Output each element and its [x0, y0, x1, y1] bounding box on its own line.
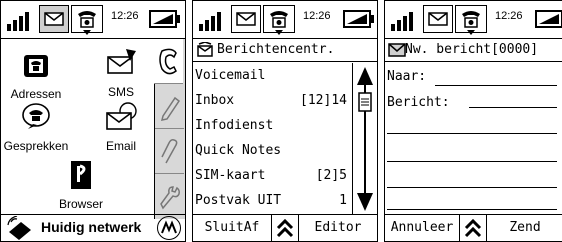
folder-list: Voicemail Inbox [12]14 Infodienst Quick N…	[193, 63, 353, 213]
softkey-bar: SluitAf Editor	[193, 214, 377, 241]
tab-settings[interactable]	[155, 174, 184, 218]
call-mode-indicator[interactable]	[455, 5, 487, 35]
home-screen: 12:26 Adressen SMS Gesprekken Email Brow…	[0, 0, 186, 242]
clock: 12:26	[303, 10, 331, 22]
app-sms[interactable]: SMS	[91, 47, 151, 99]
address-book-icon	[24, 55, 48, 77]
status-bar: 12:26	[385, 1, 562, 39]
page-title: Nw. bericht[0000]	[405, 42, 539, 57]
page-title: Berichtencentr.	[217, 42, 335, 57]
screen-header: Berichtencentr.	[193, 39, 377, 62]
phone-icon	[462, 11, 480, 35]
phone-icon	[78, 11, 96, 35]
folder-quick-notes[interactable]: Quick Notes	[193, 138, 353, 163]
app-grid: Adressen SMS Gesprekken Email Browser	[1, 39, 161, 217]
app-label: Email	[105, 139, 136, 153]
folder-count: 1	[339, 193, 347, 208]
wrench-icon	[160, 186, 180, 210]
messages-screen: 12:26 Berichtencentr. Voicemail Inbox [12…	[192, 0, 378, 242]
compose-screen: 12:26 Nw. bericht[0000] Naar: Bericht: A…	[384, 0, 562, 242]
menu-button[interactable]	[271, 215, 299, 241]
folder-inbox[interactable]: Inbox [12]14	[193, 88, 353, 113]
battery-icon	[343, 10, 374, 28]
browser-icon	[71, 161, 91, 189]
send-button[interactable]: Zend	[487, 215, 562, 241]
message-line	[387, 187, 557, 188]
app-email[interactable]: Email	[91, 101, 151, 153]
message-indicator[interactable]	[231, 5, 261, 33]
pencil-icon	[160, 96, 181, 121]
status-bar: 12:26	[193, 1, 377, 39]
motorola-logo[interactable]	[157, 216, 181, 240]
message-line	[387, 133, 557, 134]
folder-name: Quick Notes	[195, 143, 282, 158]
network-phone-icon	[7, 216, 31, 240]
signal-strength-icon	[391, 12, 413, 31]
cancel-button[interactable]: Annuleer	[385, 215, 459, 241]
handset-icon	[159, 48, 177, 75]
message-indicator[interactable]	[39, 5, 69, 33]
folder-name: Voicemail	[195, 68, 266, 83]
to-label: Naar:	[387, 69, 427, 84]
menu-button[interactable]	[459, 215, 487, 241]
signal-strength-icon	[199, 12, 221, 31]
envelope-icon	[428, 12, 448, 26]
tab-phone[interactable]	[154, 39, 183, 84]
folder-name: Postvak UIT	[195, 193, 282, 208]
sluitaf-button[interactable]: SluitAf	[193, 215, 271, 241]
tab-attachments[interactable]	[155, 129, 184, 174]
battery-icon	[149, 10, 180, 28]
folder-name: Infodienst	[195, 118, 274, 133]
app-browser[interactable]: Browser	[51, 159, 111, 211]
tab-notes[interactable]	[155, 84, 184, 129]
app-label: SMS	[107, 85, 134, 99]
message-center-icon	[197, 42, 213, 57]
app-label: Gesprekken	[3, 139, 69, 153]
message-indicator[interactable]	[423, 5, 453, 33]
editor-button[interactable]: Editor	[299, 215, 377, 241]
message-field[interactable]	[387, 89, 557, 210]
paperclip-icon	[161, 139, 178, 164]
status-bar: 12:26	[1, 1, 185, 39]
message-line	[387, 209, 557, 210]
app-label: Browser	[58, 197, 103, 211]
call-mode-indicator[interactable]	[263, 5, 295, 35]
battery-icon	[535, 10, 562, 28]
phone-icon	[270, 11, 288, 35]
signal-strength-icon	[7, 12, 29, 31]
folder-name: Inbox	[195, 93, 235, 108]
folder-postvak-uit[interactable]: Postvak UIT 1	[193, 188, 353, 213]
double-chevron-up-icon	[276, 218, 294, 238]
softkey-bar: Annuleer Zend	[385, 214, 562, 241]
envelope-icon	[44, 12, 64, 26]
scrollbar[interactable]	[352, 63, 377, 215]
motorola-m-icon	[161, 220, 177, 234]
email-icon	[106, 102, 137, 130]
to-field[interactable]	[435, 65, 557, 86]
sms-icon	[107, 49, 136, 74]
clock: 12:26	[495, 10, 523, 22]
call-mode-indicator[interactable]	[71, 5, 103, 35]
folder-sim-kaart[interactable]: SIM-kaart [2]5	[193, 163, 353, 188]
envelope-icon	[236, 12, 256, 26]
side-tab-bar	[154, 39, 185, 219]
message-line	[387, 161, 557, 162]
folder-name: SIM-kaart	[195, 168, 266, 183]
folder-count: [2]5	[315, 168, 347, 183]
call-log-icon	[22, 103, 50, 129]
screen-header: Nw. bericht[0000]	[385, 39, 562, 62]
scroll-arrows-icon	[357, 67, 373, 211]
app-gesprekken[interactable]: Gesprekken	[1, 101, 71, 153]
folder-count: [12]14	[300, 93, 347, 108]
network-bar: Huidig netwerk	[1, 214, 185, 241]
network-label: Huidig netwerk	[41, 219, 142, 235]
message-first-line	[469, 107, 557, 108]
folder-voicemail[interactable]: Voicemail	[193, 63, 353, 88]
app-adressen[interactable]: Adressen	[6, 51, 66, 101]
new-message-icon	[388, 43, 406, 57]
app-label: Adressen	[10, 87, 62, 101]
clock: 12:26	[111, 10, 139, 22]
folder-infodienst[interactable]: Infodienst	[193, 113, 353, 138]
double-chevron-up-icon	[464, 218, 482, 238]
